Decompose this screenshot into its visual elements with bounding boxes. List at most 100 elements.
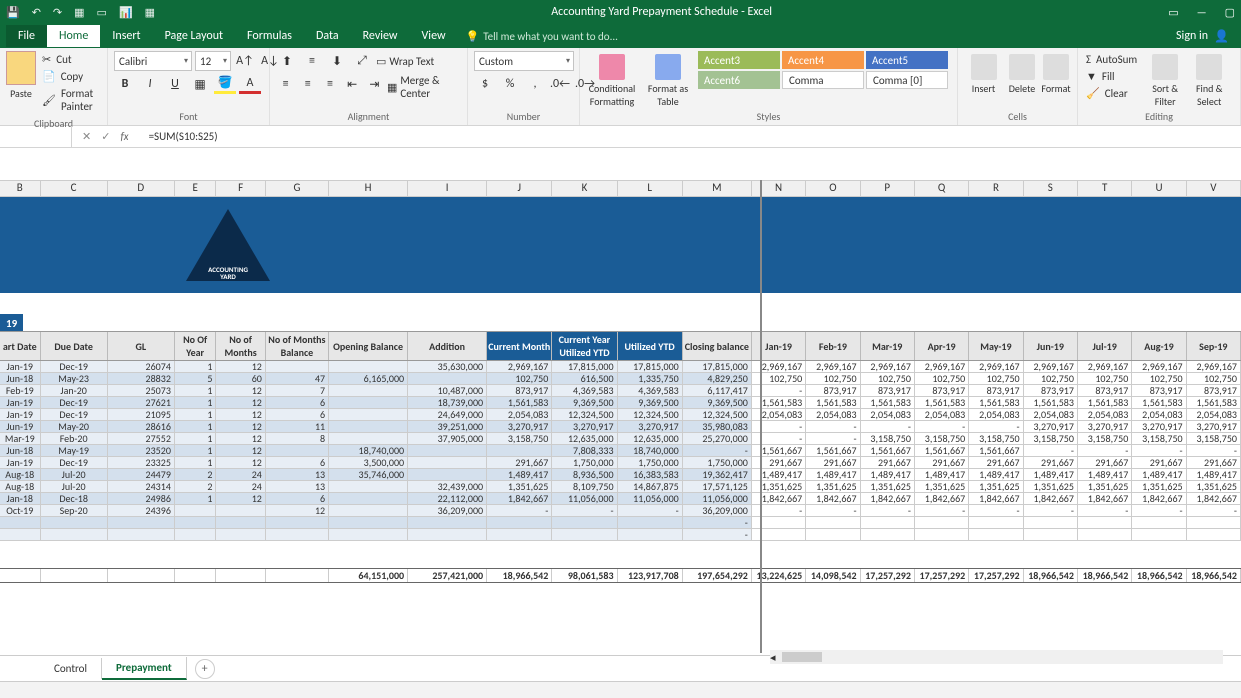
style-comma0[interactable]: Comma [0] [866,71,948,89]
col-header[interactable]: H [329,181,408,196]
cell[interactable] [969,517,1023,529]
col-header[interactable]: D [108,181,175,196]
format-painter-button[interactable]: 🖌 Format Painter [40,85,101,115]
col-header[interactable]: U [1132,181,1186,196]
cell[interactable] [618,529,683,541]
dec-inc-icon[interactable]: .0← [549,74,571,94]
cell[interactable]: Sep-20 [41,505,108,517]
cell[interactable]: 12 [216,385,265,397]
cell[interactable]: Jun-18 [0,445,41,457]
cell[interactable]: 873,917 [1187,385,1241,397]
cell[interactable] [108,529,175,541]
cell[interactable]: Dec-19 [41,397,108,409]
cell[interactable]: 21095 [108,409,175,421]
cell[interactable]: 1,561,583 [806,397,860,409]
style-comma[interactable]: Comma [782,71,864,89]
cell[interactable] [1024,517,1078,529]
cell[interactable]: 12 [216,493,265,505]
cell[interactable]: - [806,505,860,517]
cell[interactable]: - [915,505,969,517]
cell[interactable]: 1,489,417 [1024,469,1078,481]
cell[interactable]: 1,842,667 [915,493,969,505]
cell[interactable] [1132,529,1186,541]
fill-color-button[interactable]: 🪣 [214,74,236,94]
cell[interactable] [487,445,552,457]
cell[interactable]: 3,158,750 [1132,433,1186,445]
cell[interactable]: 9,369,500 [683,397,752,409]
cell[interactable]: 12,324,500 [683,409,752,421]
cell[interactable]: 1,842,667 [806,493,860,505]
cell[interactable]: 291,667 [915,457,969,469]
cell[interactable] [329,421,408,433]
cell[interactable]: 10,487,000 [408,385,487,397]
cell[interactable]: 18,740,000 [618,445,683,457]
cell[interactable]: 11,056,000 [683,493,752,505]
cell[interactable]: 12 [216,397,265,409]
cell[interactable]: 35,980,083 [683,421,752,433]
align-mid-icon[interactable]: ≡ [301,51,323,71]
cell[interactable]: 6 [266,397,329,409]
conditional-formatting-button[interactable]: Conditional Formatting [586,51,638,108]
cell[interactable]: 1 [175,385,217,397]
sheet-tab-control[interactable]: Control [40,658,102,679]
cell[interactable]: 39,251,000 [408,421,487,433]
cell[interactable]: 873,917 [487,385,552,397]
cell[interactable]: 291,667 [487,457,552,469]
cell[interactable]: 2,969,167 [915,361,969,373]
cell[interactable]: 5 [175,373,217,385]
cell[interactable]: 291,667 [861,457,915,469]
cell[interactable]: 36,209,000 [683,505,752,517]
cell[interactable] [329,529,408,541]
minimize-icon[interactable]: — [1197,6,1207,19]
border-button[interactable]: ▦ [189,74,211,94]
cell[interactable]: 1 [175,397,217,409]
cell[interactable] [861,517,915,529]
cell[interactable]: 18,740,000 [329,445,408,457]
cell[interactable]: 2,969,167 [1187,361,1241,373]
cell[interactable] [41,517,108,529]
comma-icon[interactable]: , [524,74,546,94]
cell[interactable]: 102,750 [1132,373,1186,385]
cell[interactable]: 102,750 [915,373,969,385]
col-header[interactable]: S [1024,181,1078,196]
cell[interactable]: 19,362,417 [683,469,752,481]
cell[interactable]: - [969,421,1023,433]
cell[interactable]: - [1132,505,1186,517]
cell[interactable]: 6 [266,493,329,505]
col-header[interactable]: E [175,181,217,196]
cell[interactable]: 291,667 [1078,457,1132,469]
cell[interactable] [216,505,265,517]
tab-file[interactable]: File [6,25,47,47]
cell[interactable]: Dec-18 [41,493,108,505]
qat-chart-icon[interactable]: 📊 [119,6,133,19]
cell[interactable]: 102,750 [1024,373,1078,385]
total-cell[interactable] [0,569,41,582]
merge-center-button[interactable]: ▦ Merge & Center [387,74,461,100]
cell[interactable]: - [1024,505,1078,517]
col-header[interactable]: I [408,181,487,196]
cell[interactable]: 1,489,417 [487,469,552,481]
cell[interactable]: 1,489,417 [861,469,915,481]
cell[interactable]: - [1187,445,1241,457]
cell[interactable]: 3,270,917 [552,421,617,433]
cell[interactable]: 9,369,500 [552,397,617,409]
cell[interactable]: 2,054,083 [1024,409,1078,421]
cell[interactable]: Mar-19 [0,433,41,445]
cell[interactable] [861,529,915,541]
cell[interactable]: 17,571,125 [683,481,752,493]
cell[interactable]: 8 [266,433,329,445]
cell[interactable]: Jan-19 [0,397,41,409]
copy-button[interactable]: 📄 Copy [40,68,101,85]
cell[interactable] [487,517,552,529]
cell[interactable]: - [806,433,860,445]
total-cell[interactable] [41,569,108,582]
cell[interactable]: 6 [266,409,329,421]
cell[interactable] [487,529,552,541]
cell[interactable] [408,457,487,469]
cell[interactable]: 2,054,083 [915,409,969,421]
cell[interactable]: - [969,505,1023,517]
cell[interactable]: 1,351,625 [806,481,860,493]
orient-icon[interactable]: ⤢ [351,51,373,71]
cell[interactable]: 1,561,583 [861,397,915,409]
cell[interactable]: Aug-18 [0,481,41,493]
